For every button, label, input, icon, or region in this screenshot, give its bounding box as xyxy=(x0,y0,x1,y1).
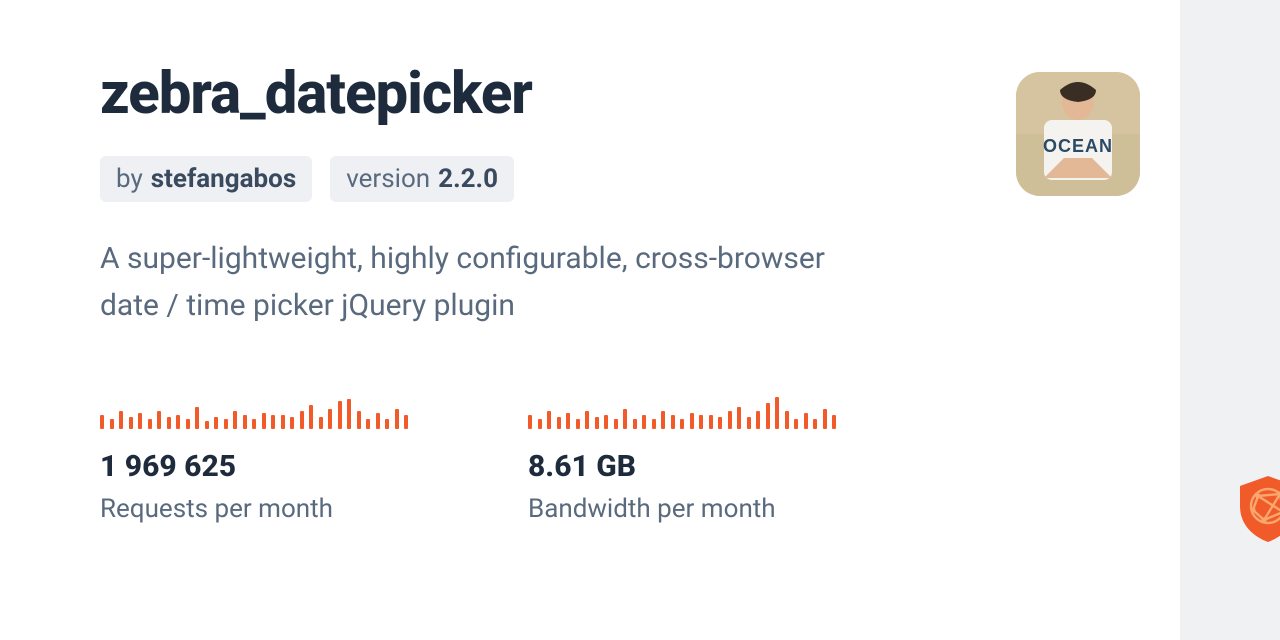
requests-sparkline xyxy=(100,385,408,429)
requests-value: 1 969 625 xyxy=(100,449,408,484)
sidebar-strip xyxy=(1180,0,1280,640)
version-prefix: version xyxy=(346,164,430,194)
package-card: zebra_datepicker by stefangabos version … xyxy=(0,0,1180,640)
svg-text:OCEAN: OCEAN xyxy=(1043,136,1113,156)
bandwidth-stat: 8.61 GB Bandwidth per month xyxy=(528,385,836,524)
avatar[interactable]: OCEAN xyxy=(1016,72,1140,196)
stats-row: 1 969 625 Requests per month 8.61 GB Ban… xyxy=(100,385,1080,524)
author-prefix: by xyxy=(116,164,143,194)
requests-label: Requests per month xyxy=(100,494,408,524)
badges-row: by stefangabos version 2.2.0 xyxy=(100,156,1080,202)
bandwidth-sparkline xyxy=(528,385,836,429)
bandwidth-label: Bandwidth per month xyxy=(528,494,836,524)
package-description: A super-lightweight, highly configurable… xyxy=(100,236,880,329)
requests-stat: 1 969 625 Requests per month xyxy=(100,385,408,524)
version-badge[interactable]: version 2.2.0 xyxy=(330,156,514,202)
version-number: 2.2.0 xyxy=(438,164,498,194)
shield-icon[interactable] xyxy=(1236,474,1280,544)
author-name: stefangabos xyxy=(151,164,296,194)
author-badge[interactable]: by stefangabos xyxy=(100,156,312,202)
bandwidth-value: 8.61 GB xyxy=(528,449,836,484)
package-title: zebra_datepicker xyxy=(100,60,1080,128)
